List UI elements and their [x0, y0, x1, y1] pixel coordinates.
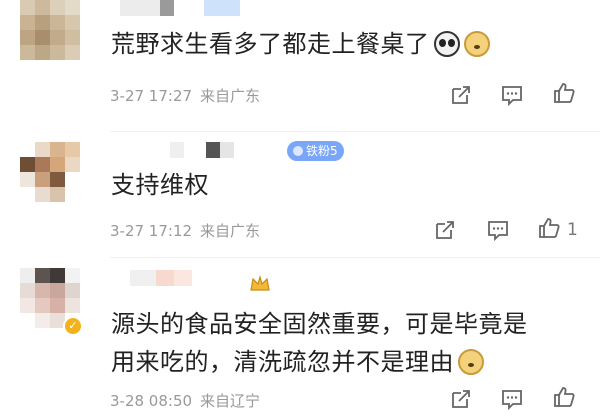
comment-item: ✓ 源头的食品安全固然重要，可是毕竟是 用来吃的，清洗疏忽并不是理由 3-28 … — [0, 266, 600, 417]
share-button[interactable] — [433, 218, 457, 242]
comment-text-line: 源头的食品安全固然重要，可是毕竟是 — [111, 310, 528, 338]
comment-text: 支持维权 — [111, 171, 209, 199]
comment-meta: 3-27 17:27 来自广东 — [110, 85, 260, 106]
fan-badge[interactable]: 铁粉5 — [287, 141, 344, 161]
share-icon — [452, 86, 470, 104]
divider — [110, 131, 600, 132]
comment-item: 铁粉5 支持维权 3-27 17:12 来自广东 1 — [0, 140, 600, 260]
username-blurred[interactable] — [130, 270, 192, 286]
comment-button[interactable] — [500, 83, 524, 107]
member-crown-icon — [248, 272, 272, 296]
comment-text-line: 用来吃的，清洗疏忽并不是理由 — [111, 342, 484, 382]
share-icon — [452, 390, 470, 408]
comment-location: 来自辽宁 — [200, 392, 261, 410]
comment-text: 荒野求生看多了都走上餐桌了 — [111, 24, 490, 64]
comment-date: 3-27 17:27 — [110, 87, 193, 105]
divider — [110, 257, 600, 258]
fan-badge-icon — [293, 146, 303, 156]
doge-icon — [463, 31, 490, 57]
fan-badge-label: 铁粉5 — [306, 144, 338, 158]
comment-button[interactable] — [486, 218, 510, 242]
comment-icon — [502, 86, 522, 107]
avatar[interactable] — [20, 0, 80, 60]
thumbs-up-icon — [554, 387, 575, 407]
comment-location: 来自广东 — [200, 222, 261, 240]
comment-date: 3-27 17:12 — [110, 222, 193, 240]
doge-icon — [458, 349, 484, 375]
comment-meta: 3-28 08:50 来自辽宁 — [110, 390, 260, 411]
share-icon — [436, 221, 454, 239]
verified-badge-icon: ✓ — [63, 316, 83, 336]
comment-icon — [502, 390, 522, 411]
avatar[interactable] — [20, 142, 80, 202]
username-blurred[interactable] — [120, 0, 240, 16]
like-button[interactable] — [552, 81, 576, 105]
comment-button[interactable] — [500, 387, 524, 411]
like-button[interactable] — [537, 216, 561, 240]
thumbs-up-icon — [539, 218, 560, 238]
share-button[interactable] — [449, 387, 473, 411]
comment-location: 来自广东 — [200, 87, 261, 105]
username-blurred[interactable] — [170, 142, 234, 158]
share-button[interactable] — [449, 83, 473, 107]
comment-item: 荒野求生看多了都走上餐桌了 3-27 17:27 来自广东 — [0, 0, 600, 140]
comment-icon — [488, 221, 508, 242]
like-count: 1 — [567, 220, 578, 240]
panda-face-icon — [433, 31, 460, 57]
comment-date: 3-28 08:50 — [110, 392, 193, 410]
like-button[interactable] — [552, 385, 576, 409]
comment-meta: 3-27 17:12 来自广东 — [110, 220, 260, 241]
thumbs-up-icon — [554, 83, 575, 103]
